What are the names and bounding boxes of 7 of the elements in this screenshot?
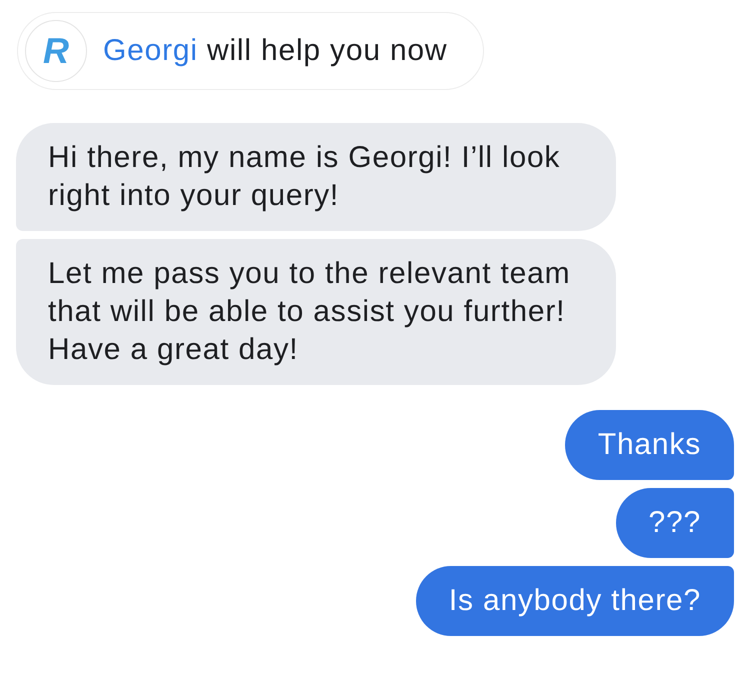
banner-text: Georgi will help you now — [103, 34, 448, 68]
outgoing-message: Thanks — [564, 410, 734, 480]
incoming-message: Let me pass you to the relevant team that will be able to assist you further! Have a great day! — [16, 239, 616, 385]
outgoing-message: ??? — [616, 488, 734, 558]
brand-logo: R — [25, 20, 87, 82]
incoming-message: Hi there, my name is Georgi! I’ll look right into your query! — [16, 123, 616, 231]
outgoing-message: Is anybody there? — [416, 566, 734, 636]
